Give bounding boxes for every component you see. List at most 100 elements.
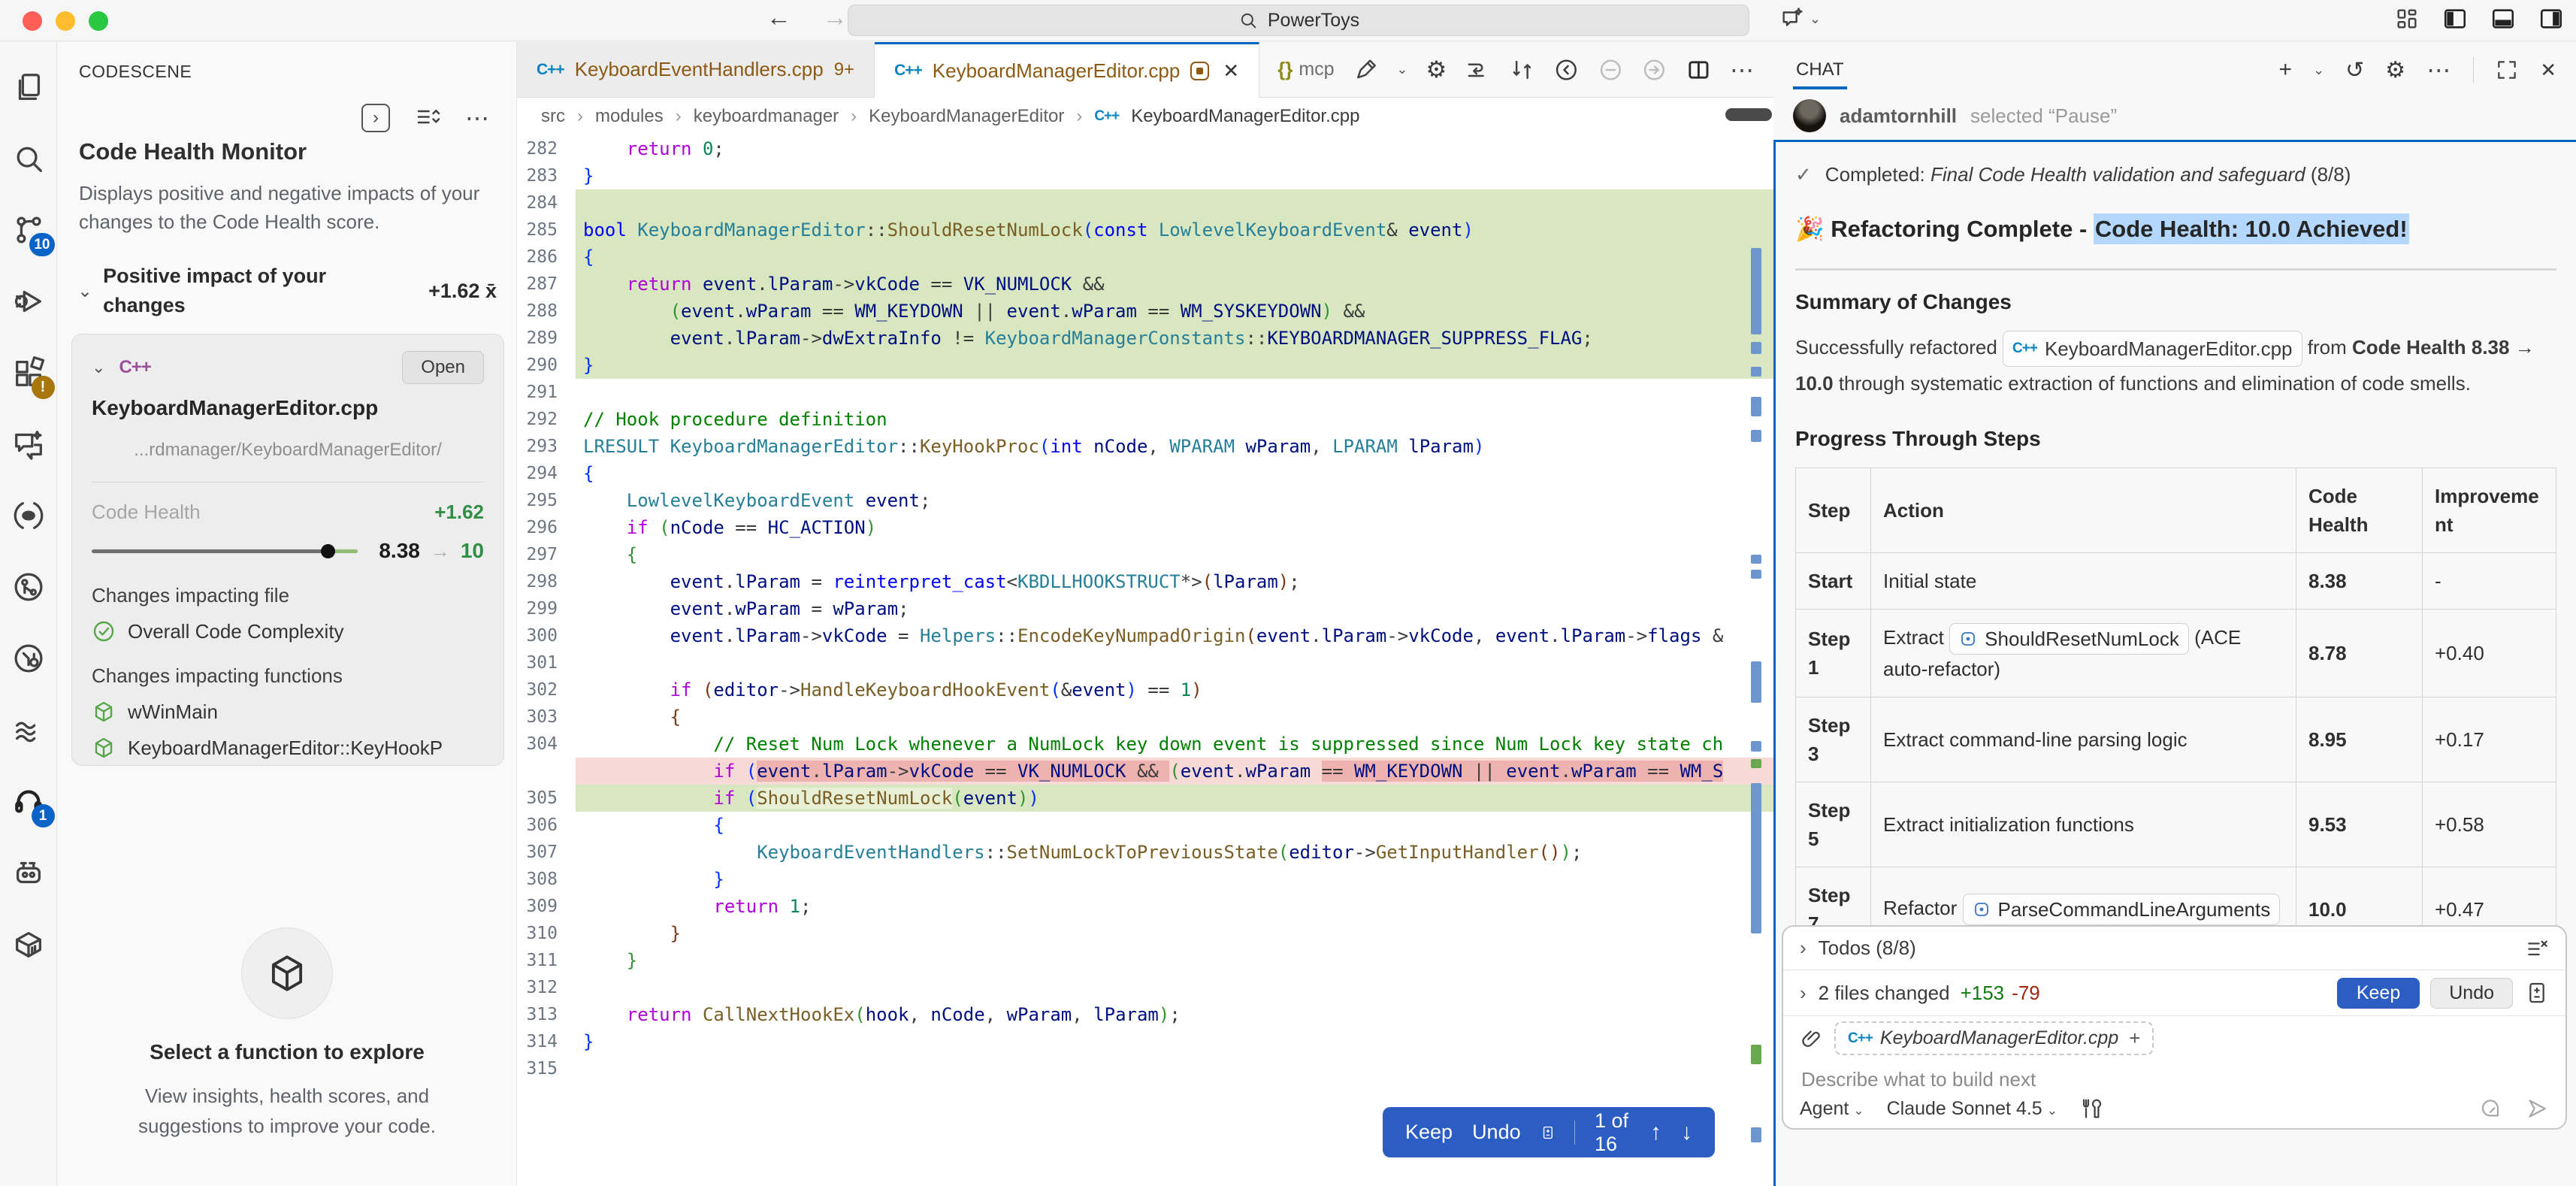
next-change-icon[interactable] (1641, 56, 1667, 83)
keep-all-button[interactable]: Keep (2337, 978, 2420, 1009)
edit-pen-icon[interactable] (1353, 56, 1379, 83)
code-line[interactable]: 312 (517, 974, 1773, 1001)
split-editor-icon[interactable] (1686, 56, 1712, 83)
file-chip[interactable]: KeyboardManagerEditor.cpp (2003, 331, 2302, 367)
mcp-indicator[interactable]: {}mcp (1277, 58, 1334, 81)
code-line[interactable]: 311 } (517, 947, 1773, 974)
modified-indicator-icon[interactable] (1190, 62, 1209, 80)
code-line[interactable]: 298 event.lParam = reinterpret_cast<KBDL… (517, 568, 1773, 595)
chevron-down-icon[interactable]: ⌄ (92, 358, 105, 377)
code-line[interactable]: if (event.lParam->vkCode == VK_NUMLOCK &… (517, 758, 1773, 785)
code-line[interactable]: 288 (event.wParam == WM_KEYDOWN || event… (517, 298, 1773, 325)
code-line[interactable]: 297 { (517, 541, 1773, 568)
chat-sparkle-icon[interactable] (0, 408, 57, 480)
extensions-icon[interactable]: ! (0, 337, 57, 408)
attachments-row[interactable]: KeyboardManagerEditor.cpp + (1783, 1015, 2565, 1060)
context-attachment-chip[interactable]: KeyboardManagerEditor.cpp + (1834, 1021, 2154, 1055)
branch-circle-icon[interactable] (0, 551, 57, 622)
code-line[interactable]: 282 return 0; (517, 135, 1773, 162)
chevron-down-icon[interactable]: ⌄ (2313, 62, 2324, 78)
chat-composer[interactable]: › Todos (8/8) › 2 files changed +153 -79… (1782, 925, 2567, 1130)
tab-keyboardmanagereditor[interactable]: KeyboardManagerEditor.cpp ✕ (875, 42, 1259, 98)
more-actions-icon[interactable]: ⋯ (465, 104, 491, 132)
new-chat-icon[interactable]: + (2279, 57, 2293, 83)
code-line[interactable]: 296 if (nCode == HC_ACTION) (517, 514, 1773, 541)
close-tab-icon[interactable]: ✕ (1223, 59, 1239, 83)
code-line[interactable]: 307 KeyboardEventHandlers::SetNumLockToP… (517, 839, 1773, 866)
chevron-down-icon[interactable]: ⌄ (1396, 62, 1407, 77)
open-file-button[interactable]: Open (402, 351, 484, 384)
prev-change-arrow-icon[interactable]: ↑ (1650, 1120, 1661, 1145)
headset-icon[interactable]: 1 (0, 765, 57, 837)
paperclip-icon[interactable] (1800, 1027, 1824, 1051)
code-line[interactable]: 293LRESULT KeyboardManagerEditor::KeyHoo… (517, 433, 1773, 460)
code-line[interactable]: 291 (517, 379, 1773, 406)
code-line[interactable]: 295 LowlevelKeyboardEvent event; (517, 487, 1773, 514)
code-line[interactable]: 286{ (517, 244, 1773, 271)
keep-change-button[interactable]: Keep (1405, 1121, 1453, 1144)
tab-chat[interactable]: CHAT (1793, 46, 1847, 94)
customize-layout-icon[interactable] (2394, 6, 2420, 32)
undo-change-button[interactable]: Undo (1472, 1121, 1521, 1144)
request-changes-icon[interactable] (1509, 56, 1535, 83)
search-view-icon[interactable] (0, 123, 57, 194)
code-line[interactable]: 299 event.wParam = wParam; (517, 595, 1773, 622)
next-change-arrow-icon[interactable]: ↓ (1681, 1120, 1692, 1145)
zoom-window-icon[interactable] (89, 11, 108, 31)
code-line[interactable]: 284 (517, 189, 1773, 216)
model-picker[interactable]: Claude Sonnet 4.5⌄ (1887, 1098, 2057, 1120)
explorer-icon[interactable] (0, 51, 57, 123)
diff-file-icon[interactable] (1540, 1120, 1556, 1145)
maximize-panel-icon[interactable] (2495, 58, 2519, 82)
chat-input[interactable]: Describe what to build next (1783, 1060, 2565, 1091)
code-line[interactable]: 305 if (ShouldResetNumLock(event)) (517, 785, 1773, 812)
minimize-window-icon[interactable] (56, 11, 75, 31)
code-line[interactable]: 283} (517, 162, 1773, 189)
settings-gear-icon[interactable]: ⚙ (1426, 56, 1447, 83)
more-actions-icon[interactable]: ⋯ (2426, 56, 2452, 84)
code-line[interactable]: 303 { (517, 703, 1773, 731)
function-chip[interactable]: ShouldResetNumLock (1949, 623, 2189, 655)
code-line[interactable]: 301 (517, 649, 1773, 676)
clear-todos-icon[interactable] (2525, 936, 2549, 961)
code-line[interactable]: 302 if (editor->HandleKeyboardHookEvent(… (517, 676, 1773, 703)
copilot-menu[interactable]: ⌄ (1779, 6, 1821, 32)
more-actions-icon[interactable]: ⋯ (1730, 56, 1755, 84)
open-panel-icon[interactable]: › (361, 104, 390, 132)
toggle-secondary-sidebar-icon[interactable] (2538, 6, 2564, 32)
navigate-back-circle-icon[interactable] (1553, 56, 1580, 83)
send-icon[interactable] (2525, 1097, 2549, 1121)
command-center-search[interactable]: PowerToys (848, 5, 1749, 36)
collapse-all-icon[interactable] (414, 104, 441, 132)
code-line[interactable]: 290} (517, 352, 1773, 379)
impact-fn-item[interactable]: KeyboardManagerEditor::KeyHookP (92, 736, 484, 760)
waves-icon[interactable] (0, 694, 57, 765)
scrollbar-thumb[interactable] (1725, 108, 1772, 121)
history-icon[interactable]: ↺ (2345, 57, 2364, 83)
code-line[interactable]: 300 event.lParam->vkCode = Helpers::Enco… (517, 622, 1773, 649)
open-changes-icon[interactable] (1465, 56, 1491, 83)
voice-input-icon[interactable] (2478, 1097, 2502, 1121)
impact-file-item[interactable]: Overall Code Complexity (92, 619, 484, 643)
source-control-icon[interactable]: 10 (0, 194, 57, 265)
close-window-icon[interactable] (23, 11, 42, 31)
run-debug-icon[interactable] (0, 265, 57, 337)
close-panel-icon[interactable]: ✕ (2540, 59, 2556, 82)
settings-gear-icon[interactable]: ⚙ (2385, 57, 2405, 83)
nav-forward-icon[interactable]: → (823, 3, 848, 32)
diff-file-icon[interactable] (2525, 981, 2549, 1005)
branch-circle-alt-icon[interactable] (0, 622, 57, 694)
function-chip[interactable]: ParseCommandLineArguments (1963, 894, 2281, 925)
prev-change-icon[interactable] (1598, 56, 1624, 83)
code-line[interactable]: 308 } (517, 866, 1773, 893)
code-line[interactable]: 309 return 1; (517, 893, 1773, 920)
add-context-icon[interactable]: + (2129, 1027, 2140, 1050)
file-health-card[interactable]: ⌄ Open KeyboardManagerEditor.cpp ...rdma… (71, 334, 504, 766)
mode-picker[interactable]: Agent⌄ (1800, 1098, 1864, 1120)
chevron-right-icon[interactable]: › (1800, 982, 1807, 1005)
window-controls[interactable] (23, 11, 108, 31)
code-line[interactable]: 313 return CallNextHookEx(hook, nCode, w… (517, 1001, 1773, 1028)
code-line[interactable]: 287 return event.lParam->vkCode == VK_NU… (517, 271, 1773, 298)
code-line[interactable]: 292// Hook procedure definition (517, 406, 1773, 433)
breadcrumb[interactable]: src› modules› keyboardmanager› KeyboardM… (517, 98, 1773, 135)
